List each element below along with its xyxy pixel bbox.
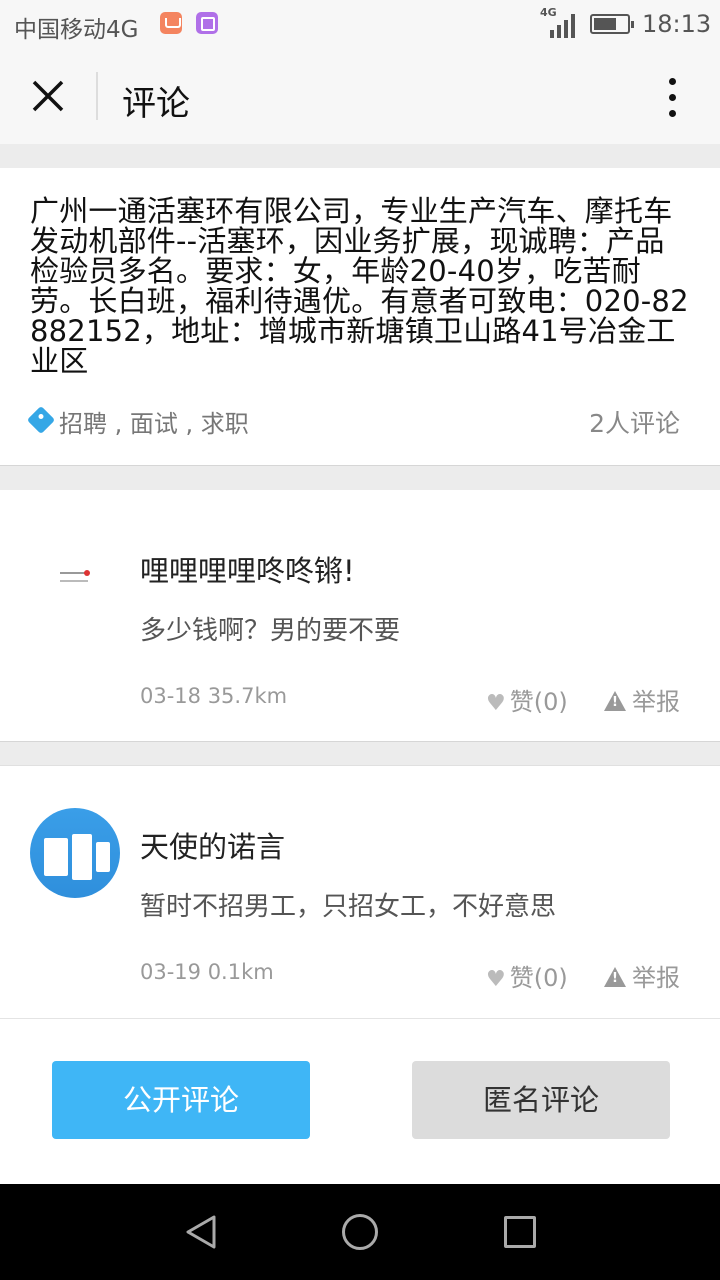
home-icon[interactable] (342, 1214, 378, 1250)
like-label: 赞(0) (509, 964, 568, 992)
report-button[interactable]: 举报 (604, 682, 680, 717)
status-bar: 中国移动4G 4G 18:13 (0, 0, 720, 52)
public-comment-button[interactable]: 公开评论 (52, 1061, 310, 1139)
report-label: 举报 (632, 688, 680, 716)
commenter-name: 哩哩哩哩咚咚锵! (140, 554, 355, 588)
system-nav-bar (0, 1184, 720, 1280)
section-gap (0, 465, 720, 490)
close-icon[interactable] (24, 72, 74, 122)
warning-icon (604, 967, 626, 987)
post-text: 广州一通活塞环有限公司，专业生产汽车、摩托车发动机部件--活塞环，因业务扩展，现… (30, 194, 689, 378)
post-tags[interactable]: 招聘 , 面试 , 求职 (59, 404, 249, 439)
report-label: 举报 (632, 964, 680, 992)
commenter-name: 天使的诺言 (140, 830, 286, 864)
mail-notification-icon (160, 12, 182, 34)
carrier-label: 中国移动4G (14, 17, 139, 43)
post-card: 广州一通活塞环有限公司，专业生产汽车、摩托车发动机部件--活塞环，因业务扩展，现… (0, 168, 720, 465)
gallery-notification-icon (196, 12, 218, 34)
comment-meta: 03-19 0.1km (140, 960, 274, 984)
top-nav-bar: 评论 (0, 52, 720, 144)
comment-actions: 公开评论 匿名评论 (0, 1018, 720, 1184)
warning-icon (604, 691, 626, 711)
page-title: 评论 (122, 84, 190, 124)
avatar[interactable] (30, 808, 120, 898)
back-icon[interactable] (184, 1214, 218, 1250)
section-gap (0, 144, 720, 168)
comment-count: 2人评论 (589, 409, 680, 438)
comment-body: 多少钱啊？男的要不要 (140, 616, 401, 646)
comment-item: 哩哩哩哩咚咚锵! 多少钱啊？男的要不要 03-18 35.7km ♥赞(0) 举… (0, 490, 720, 741)
more-options-icon[interactable] (650, 72, 694, 122)
comment-body: 暂时不招男工，只招女工，不好意思 (140, 892, 557, 922)
recent-apps-icon[interactable] (504, 1216, 536, 1248)
avatar[interactable] (30, 532, 120, 622)
clock: 18:13 (642, 10, 712, 38)
like-button[interactable]: ♥ 赞(0) (486, 682, 568, 717)
anonymous-comment-button[interactable]: 匿名评论 (412, 1061, 670, 1139)
like-button[interactable]: ♥ 赞(0) (486, 958, 568, 993)
nav-divider (96, 72, 98, 120)
signal-strength-icon (550, 14, 575, 38)
heart-icon: ♥ (486, 691, 506, 716)
section-gap (0, 741, 720, 766)
heart-icon: ♥ (486, 967, 506, 992)
comment-item: 天使的诺言 暂时不招男工，只招女工，不好意思 03-19 0.1km ♥ 赞(0)… (0, 766, 720, 1017)
tag-icon (26, 405, 56, 435)
report-button[interactable]: 举报 (604, 958, 680, 993)
comment-meta: 03-18 35.7km (140, 684, 288, 708)
like-label: 赞(0) (509, 688, 568, 716)
battery-icon (590, 14, 634, 34)
